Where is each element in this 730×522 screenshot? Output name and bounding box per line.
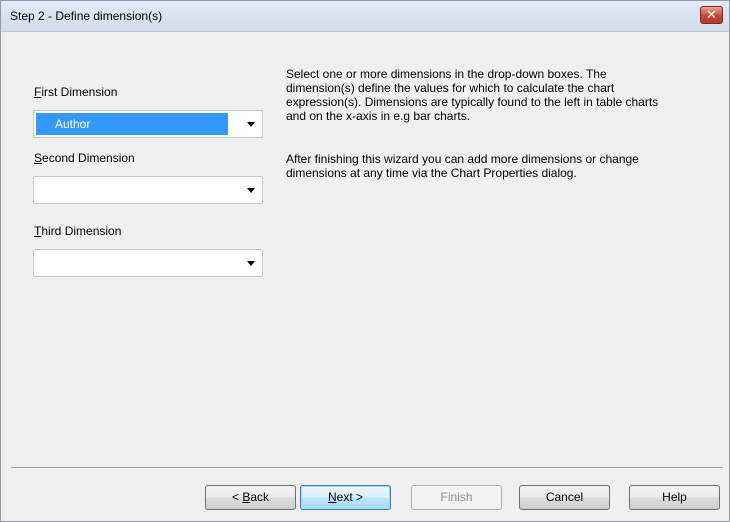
second-dimension-label: Second Dimension (34, 151, 135, 165)
wizard-dialog: Step 2 - Define dimension(s) ✕ First Dim… (0, 0, 730, 522)
third-dimension-dropdown[interactable] (33, 249, 263, 277)
cancel-button[interactable]: Cancel (519, 485, 610, 510)
next-button[interactable]: Next > (300, 485, 391, 510)
dialog-title: Step 2 - Define dimension(s) (10, 9, 163, 23)
description-paragraph-1: Select one or more dimensions in the dro… (286, 67, 659, 123)
close-icon: ✕ (706, 7, 717, 22)
first-dimension-dropdown[interactable]: Author (33, 110, 263, 138)
close-button[interactable]: ✕ (700, 6, 723, 24)
second-dimension-dropdown[interactable] (33, 176, 263, 204)
back-button[interactable]: < Back (205, 485, 296, 510)
description-paragraph-2: After finishing this wizard you can add … (286, 152, 639, 180)
chevron-down-icon (247, 261, 255, 266)
first-dimension-value: Author (36, 113, 228, 135)
title-bar: Step 2 - Define dimension(s) ✕ (1, 1, 729, 32)
footer-divider (11, 467, 723, 469)
first-dimension-label: First Dimension (34, 85, 118, 99)
chevron-down-icon (247, 122, 255, 127)
finish-button[interactable]: Finish (411, 485, 502, 510)
help-button[interactable]: Help (629, 485, 720, 510)
third-dimension-label: Third Dimension (34, 224, 122, 238)
chevron-down-icon (247, 188, 255, 193)
